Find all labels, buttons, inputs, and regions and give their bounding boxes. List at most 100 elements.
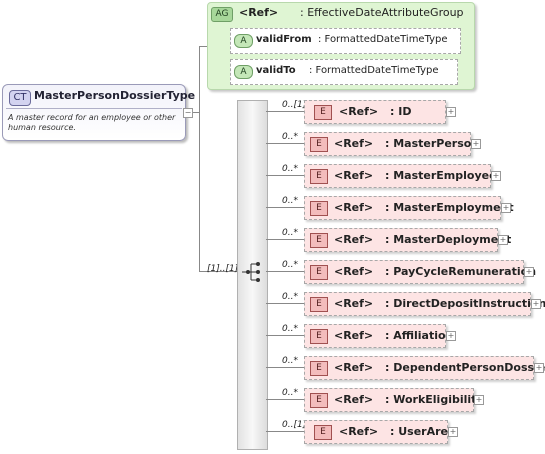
element-box[interactable]: E <Ref> : MasterPerson bbox=[304, 132, 479, 156]
element-box[interactable]: E <Ref> : WorkEligibility bbox=[304, 388, 484, 412]
element-box[interactable]: E <Ref> : ID bbox=[304, 100, 446, 124]
element-name: : MasterPerson bbox=[385, 137, 480, 150]
element-cardinality: 0..[1] bbox=[282, 100, 307, 110]
element-badge: E bbox=[310, 233, 328, 248]
element-name: : UserArea bbox=[390, 425, 456, 438]
element-box[interactable]: E <Ref> : PayCycleRemuneration bbox=[304, 260, 536, 284]
complex-type-name: MasterPersonDossierType bbox=[34, 89, 196, 102]
divider bbox=[6, 108, 182, 109]
element-cardinality: 0..* bbox=[282, 164, 298, 174]
element-box[interactable]: E <Ref> : MasterEmployment bbox=[304, 196, 514, 220]
expand-button[interactable]: + bbox=[446, 331, 456, 341]
complex-type-box[interactable]: CT MasterPersonDossierType A master reco… bbox=[2, 84, 195, 141]
connector-line bbox=[266, 335, 304, 336]
element-cardinality: 0..* bbox=[282, 228, 298, 238]
element-badge: E bbox=[310, 361, 328, 376]
element-box[interactable]: E <Ref> : UserArea bbox=[304, 420, 455, 444]
expand-button[interactable]: + bbox=[531, 299, 541, 309]
expand-button[interactable]: + bbox=[446, 107, 456, 117]
attribute-name: validFrom bbox=[256, 34, 312, 45]
element-badge: E bbox=[310, 297, 328, 312]
connector-line bbox=[266, 399, 304, 400]
element-name: : MasterEmployment bbox=[385, 201, 514, 214]
connector-line bbox=[266, 303, 304, 304]
attribute-box[interactable]: A validTo : FormattedDateTimeType bbox=[230, 59, 458, 85]
element-badge: E bbox=[310, 329, 328, 344]
attribute-group-name: : EffectiveDateAttributeGroup bbox=[300, 6, 464, 19]
element-cardinality: 0..[1] bbox=[282, 420, 307, 430]
element-ref: <Ref> bbox=[339, 105, 379, 118]
element-cardinality: 0..* bbox=[282, 324, 298, 334]
collapse-button[interactable]: − bbox=[183, 108, 193, 118]
element-name: : DependentPersonDossier bbox=[385, 361, 545, 374]
element-badge: E bbox=[314, 105, 332, 120]
element-cardinality: 0..* bbox=[282, 260, 298, 270]
element-ref: <Ref> bbox=[334, 233, 374, 246]
expand-button[interactable]: + bbox=[474, 395, 484, 405]
element-name: : ID bbox=[390, 105, 412, 118]
sequence-compositor[interactable] bbox=[237, 100, 268, 450]
sequence-icon bbox=[242, 262, 260, 282]
element-badge: E bbox=[314, 425, 332, 440]
element-ref: <Ref> bbox=[334, 361, 374, 374]
element-name: : DirectDepositInstruction bbox=[385, 297, 545, 310]
expand-button[interactable]: + bbox=[448, 427, 458, 437]
element-ref: <Ref> bbox=[334, 393, 374, 406]
attribute-group-badge: AG bbox=[211, 7, 233, 22]
connector-line bbox=[266, 431, 304, 432]
sequence-cardinality: [1]..[1] bbox=[207, 264, 239, 274]
element-cardinality: 0..* bbox=[282, 356, 298, 366]
element-box[interactable]: E <Ref> : Affiliation bbox=[304, 324, 453, 348]
element-box[interactable]: E <Ref> : DirectDepositInstruction bbox=[304, 292, 545, 316]
element-box[interactable]: E <Ref> : MasterEmployee bbox=[304, 164, 497, 188]
element-cardinality: 0..* bbox=[282, 292, 298, 302]
element-name: : Affiliation bbox=[385, 329, 454, 342]
element-cardinality: 0..* bbox=[282, 132, 298, 142]
element-badge: E bbox=[310, 169, 328, 184]
element-ref: <Ref> bbox=[339, 425, 379, 438]
element-name: : WorkEligibility bbox=[385, 393, 484, 406]
attribute-name: validTo bbox=[256, 65, 296, 76]
element-badge: E bbox=[310, 265, 328, 280]
complex-type-documentation: A master record for an employee or other… bbox=[8, 113, 176, 132]
complex-type-badge: CT bbox=[9, 90, 31, 106]
element-name: : MasterDeployment bbox=[385, 233, 512, 246]
element-ref: <Ref> bbox=[334, 265, 374, 278]
connector-line bbox=[266, 367, 304, 368]
element-ref: <Ref> bbox=[334, 169, 374, 182]
connector-line bbox=[266, 239, 304, 240]
element-ref: <Ref> bbox=[334, 297, 374, 310]
element-cardinality: 0..* bbox=[282, 196, 298, 206]
connector-line bbox=[199, 46, 200, 271]
element-name: : MasterEmployee bbox=[385, 169, 497, 182]
expand-button[interactable]: + bbox=[534, 363, 544, 373]
element-badge: E bbox=[310, 393, 328, 408]
attribute-type: : FormattedDateTimeType bbox=[309, 65, 439, 76]
expand-button[interactable]: + bbox=[491, 171, 501, 181]
connector-line bbox=[266, 207, 304, 208]
expand-button[interactable]: + bbox=[501, 203, 511, 213]
element-ref: <Ref> bbox=[334, 137, 374, 150]
element-box[interactable]: E <Ref> : DependentPersonDossier bbox=[304, 356, 545, 380]
attribute-box[interactable]: A validFrom : FormattedDateTimeType bbox=[230, 28, 461, 54]
connector-line bbox=[199, 46, 207, 47]
attribute-badge: A bbox=[234, 65, 253, 79]
element-badge: E bbox=[310, 137, 328, 152]
connector-line bbox=[266, 271, 304, 272]
element-cardinality: 0..* bbox=[282, 388, 298, 398]
expand-button[interactable]: + bbox=[471, 139, 481, 149]
expand-button[interactable]: + bbox=[498, 235, 508, 245]
element-box[interactable]: E <Ref> : MasterDeployment bbox=[304, 228, 511, 252]
connector-line bbox=[266, 175, 304, 176]
attribute-group-ref: <Ref> bbox=[239, 6, 279, 19]
element-name: : PayCycleRemuneration bbox=[385, 265, 537, 278]
expand-button[interactable]: + bbox=[524, 267, 534, 277]
element-ref: <Ref> bbox=[334, 201, 374, 214]
attribute-group-box[interactable]: AG <Ref> : EffectiveDateAttributeGroup A… bbox=[207, 2, 475, 90]
attribute-badge: A bbox=[234, 34, 253, 48]
connector-line bbox=[266, 143, 304, 144]
element-ref: <Ref> bbox=[334, 329, 374, 342]
connector-line bbox=[266, 111, 304, 112]
attribute-type: : FormattedDateTimeType bbox=[318, 34, 448, 45]
element-badge: E bbox=[310, 201, 328, 216]
